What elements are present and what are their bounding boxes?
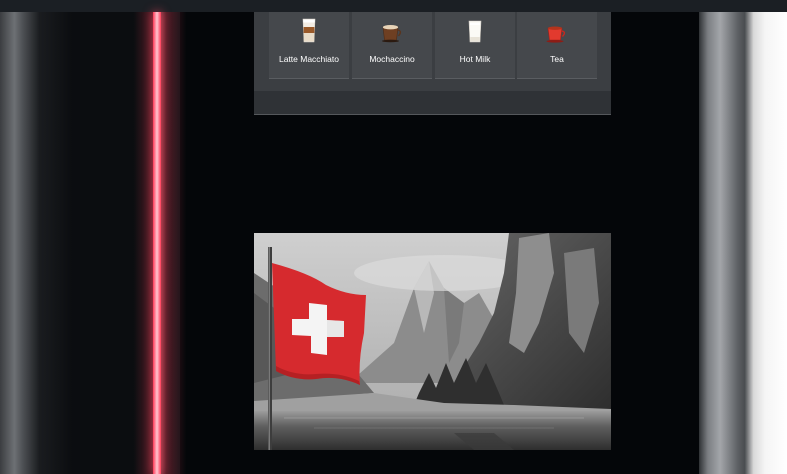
beverage-tile-mochaccino[interactable]: Mochaccino xyxy=(352,12,432,79)
latte-macchiato-glass-icon xyxy=(300,18,318,44)
beverage-label: Mochaccino xyxy=(369,54,415,64)
top-bezel xyxy=(0,0,787,12)
beverage-menu-panel: Latte Macchiato Mochaccino Hot Milk Tea xyxy=(254,12,611,115)
hot-milk-glass-icon xyxy=(467,20,483,44)
beverage-tile-hot-milk[interactable]: Hot Milk xyxy=(435,12,515,79)
tea-cup-icon xyxy=(545,25,569,45)
beverage-tile-latte-macchiato[interactable]: Latte Macchiato xyxy=(269,12,349,79)
beverage-label: Hot Milk xyxy=(459,54,491,64)
mochaccino-cup-icon xyxy=(380,23,404,43)
beverage-label: Latte Macchiato xyxy=(278,54,339,64)
beverage-label: Tea xyxy=(550,54,564,64)
beverage-tile-tea[interactable]: Tea xyxy=(517,12,597,79)
accent-light-strip xyxy=(153,12,161,474)
swiss-flag-mountain-lake-photo xyxy=(254,233,611,450)
menu-panel-footer xyxy=(254,91,611,114)
machine-right-panel xyxy=(699,12,787,474)
